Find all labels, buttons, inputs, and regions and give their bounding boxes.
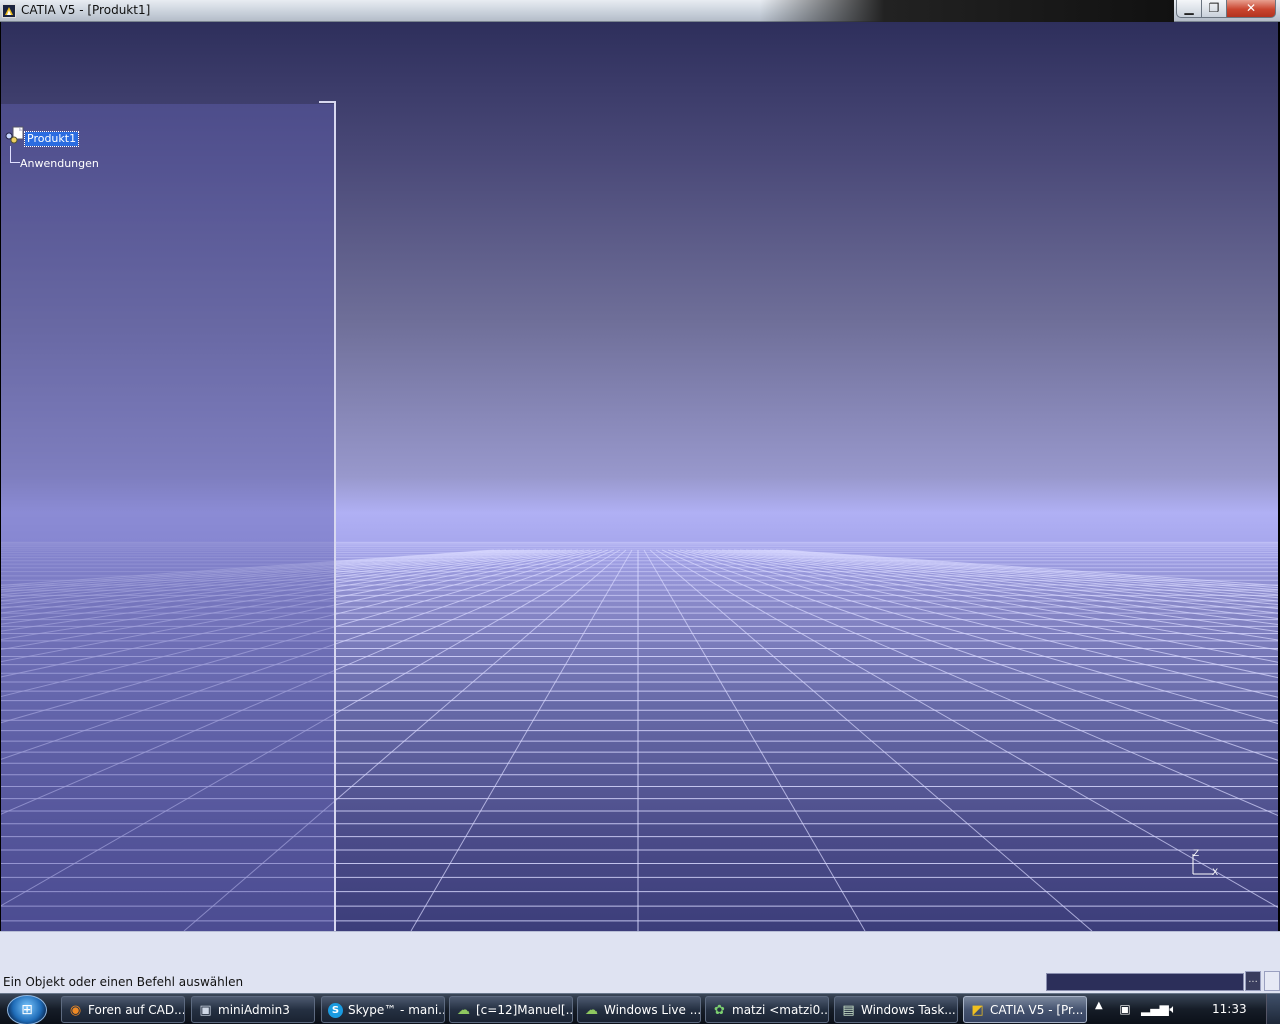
messenger-icon: ☁ [457, 1003, 470, 1018]
catia-icon: ◩ [971, 1003, 984, 1018]
close-icon: ✕ [1245, 1, 1257, 15]
tray-app-icon[interactable]: ▣ [1117, 1001, 1133, 1017]
taskbar-item-task-manager[interactable]: ▤ Windows Task... [834, 996, 958, 1023]
chat-icon: ✿ [714, 1003, 725, 1018]
command-browse-button[interactable]: ... [1245, 971, 1261, 991]
network-signal-icon[interactable]: ▂▄▆ [1141, 1001, 1169, 1017]
maximize-button[interactable]: ❐ [1201, 0, 1227, 18]
windows-live-icon: ☁ [585, 1003, 598, 1018]
close-button[interactable]: ✕ [1226, 0, 1276, 18]
axis-x-label: X [1212, 868, 1218, 878]
tree-branch-line [10, 146, 20, 163]
windows-taskbar: ⊞ ◉ Foren auf CAD.... ▣ miniAdmin3 S Sky… [0, 993, 1280, 1024]
taskbar-item-catia[interactable]: ◩ CATIA V5 - [Pr... [963, 996, 1087, 1023]
taskbar-clock[interactable]: 11:33 [1212, 1002, 1247, 1016]
taskbar-item-windows-live[interactable]: ☁ Windows Live ... [577, 996, 701, 1023]
task-manager-icon: ▤ [842, 1003, 855, 1018]
product-icon[interactable] [5, 126, 27, 146]
tray-expand-icon[interactable]: ▲ [1095, 1000, 1103, 1011]
tree-panel-frame [319, 101, 336, 931]
tree-node-anwendungen[interactable]: Anwendungen [20, 157, 99, 171]
window-title-bar[interactable]: CATIA V5 - [Produkt1] ▁ ❐ ✕ [0, 0, 1280, 22]
taskbar-item-skype[interactable]: S Skype™ - mani... [321, 996, 445, 1023]
start-button[interactable]: ⊞ [7, 995, 47, 1024]
status-message: Ein Objekt oder einen Befehl auswählen [3, 975, 244, 989]
network-icon: ▣ [199, 1003, 212, 1018]
taskbar-item-messenger[interactable]: ☁ [c=12]Manuel[... [449, 996, 573, 1023]
taskbar-item-firefox[interactable]: ◉ Foren auf CAD.... [61, 996, 185, 1023]
volume-icon[interactable]: 🔈︎ [1165, 1001, 1181, 1017]
title-bar-glass [760, 0, 1174, 22]
specification-tree-panel[interactable] [1, 104, 334, 931]
windows-logo-icon: ⊞ [21, 1002, 33, 1018]
3d-viewport[interactable]: Produkt1 Anwendungen Z X [1, 22, 1278, 931]
minimize-icon: ▁ [1184, 1, 1194, 15]
skype-icon: S [328, 1003, 343, 1018]
tree-node-produkt1[interactable]: Produkt1 [23, 131, 80, 147]
window-title: CATIA V5 - [Produkt1] [21, 3, 151, 17]
taskbar-item-chat[interactable]: ✿ matzi <matzi0... [705, 996, 829, 1023]
command-input[interactable] [1046, 973, 1244, 991]
show-desktop-button[interactable] [1266, 994, 1280, 1024]
axis-z-label: Z [1193, 849, 1199, 859]
taskbar-item-miniadmin[interactable]: ▣ miniAdmin3 [191, 996, 315, 1023]
compass-axis-icon: Z X [1187, 848, 1227, 878]
minimize-button[interactable]: ▁ [1176, 0, 1202, 18]
restore-icon: ❐ [1208, 1, 1220, 15]
firefox-icon: ◉ [69, 1003, 82, 1018]
command-extra-button[interactable] [1264, 971, 1280, 991]
status-bar: Ein Objekt oder einen Befehl auswählen .… [0, 931, 1280, 993]
catia-app-icon [2, 4, 16, 18]
